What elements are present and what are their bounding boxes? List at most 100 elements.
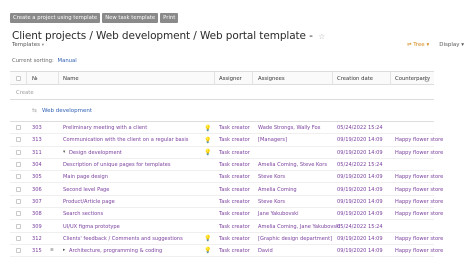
task-creation-date: 09/19/2020 14:09 bbox=[337, 174, 383, 181]
row-checkbox[interactable] bbox=[16, 149, 21, 155]
task-assigner[interactable]: Task creator bbox=[219, 162, 250, 168]
task-assigner[interactable]: Task creator bbox=[219, 224, 250, 230]
task-name[interactable]: Clients' feedback / Comments and suggest… bbox=[63, 236, 183, 242]
table-row[interactable]: 305 Main page design Task creator Steve Kor… bbox=[10, 171, 443, 184]
task-counterparty[interactable]: Happy flower store bbox=[395, 174, 443, 180]
task-name[interactable]: Description of unique pages for template… bbox=[63, 162, 171, 168]
task-assignees[interactable]: Amelia Coming, Jane Yakubovski bbox=[258, 224, 340, 230]
task-id[interactable]: 307 bbox=[32, 199, 42, 205]
task-assigner[interactable]: Task creator bbox=[219, 199, 250, 205]
task-assigner[interactable]: Task creator bbox=[219, 174, 250, 180]
task-id[interactable]: 303 bbox=[32, 125, 42, 131]
task-id[interactable]: 312 bbox=[32, 236, 42, 242]
display-dropdown[interactable]: Display ▾ bbox=[439, 42, 464, 48]
table-row[interactable]: 304 Description of unique pages for templ… bbox=[10, 159, 434, 172]
task-counterparty[interactable]: Happy flower store bbox=[395, 137, 443, 143]
chevron-icon[interactable]: ▸ bbox=[63, 248, 65, 253]
row-checkbox[interactable] bbox=[16, 211, 21, 217]
templates-dropdown[interactable]: Templates ▾ bbox=[12, 42, 44, 48]
create-row[interactable]: Create bbox=[10, 85, 434, 100]
task-assignees[interactable]: David bbox=[258, 248, 273, 254]
print-button[interactable]: Print bbox=[160, 13, 179, 23]
task-name[interactable]: Search sections bbox=[63, 211, 103, 217]
star-icon[interactable]: ☆ bbox=[318, 32, 325, 41]
task-assignees[interactable]: [Graphic design department] bbox=[258, 236, 332, 242]
task-id[interactable]: 306 bbox=[32, 187, 42, 193]
chevron-icon[interactable]: ▾ bbox=[63, 150, 65, 155]
task-id[interactable]: 313 bbox=[32, 137, 42, 143]
col-creation-date[interactable]: Creation date bbox=[337, 76, 373, 82]
task-assignees[interactable]: Amelia Coming bbox=[258, 187, 297, 193]
task-assignees[interactable]: Amelia Coming, Steve Kors bbox=[258, 162, 327, 168]
task-assignees[interactable]: Jane Yakubovski bbox=[258, 211, 299, 217]
task-counterparty[interactable]: Happy flower store bbox=[395, 211, 443, 217]
tree-view-toggle[interactable]: ⇌ Tree ▾ bbox=[407, 42, 429, 48]
row-checkbox[interactable] bbox=[16, 248, 21, 254]
task-id[interactable]: 315 bbox=[32, 248, 42, 254]
task-name[interactable]: Second level Page bbox=[63, 187, 109, 193]
col-id[interactable]: № bbox=[32, 76, 38, 82]
task-assigner[interactable]: Task creator bbox=[219, 125, 250, 131]
table-row[interactable]: 303 Preliminary meeting with a client 💡 Tas… bbox=[10, 122, 434, 135]
table-row[interactable]: 309 UI/UX figma prototype Task creator Amel… bbox=[10, 220, 434, 233]
new-task-template-button[interactable]: New task template bbox=[102, 13, 159, 23]
task-creation-date: 05/24/2022 15:24 bbox=[337, 162, 383, 169]
col-name[interactable]: Name bbox=[63, 76, 79, 82]
task-assigner[interactable]: Task creator bbox=[219, 248, 250, 254]
task-counterparty[interactable]: Happy flower store bbox=[395, 248, 443, 254]
row-checkbox[interactable] bbox=[16, 186, 21, 192]
task-counterparty[interactable]: Happy flower store bbox=[395, 236, 443, 242]
table-row[interactable]: 307 Product/Article page Task creator Steve… bbox=[10, 196, 443, 209]
create-project-button[interactable]: Create a project using template bbox=[10, 13, 101, 23]
select-all-checkbox[interactable] bbox=[16, 76, 21, 81]
task-assigner[interactable]: Task creator bbox=[219, 137, 250, 143]
task-name[interactable]: Main page design bbox=[63, 174, 108, 180]
col-assignees[interactable]: Assignees bbox=[258, 76, 285, 82]
task-assignees[interactable]: [Managers] bbox=[258, 137, 287, 143]
task-id[interactable]: 304 bbox=[32, 162, 42, 168]
sorting-value[interactable]: Manual bbox=[58, 58, 77, 64]
table-row[interactable]: 306 Second level Page Task creator Amelia C… bbox=[10, 183, 443, 196]
menu-icon[interactable]: ≡ bbox=[50, 248, 54, 253]
task-id[interactable]: 309 bbox=[32, 224, 42, 230]
task-name[interactable]: UI/UX figma prototype bbox=[63, 224, 120, 230]
task-assignees[interactable]: Steve Kors bbox=[258, 174, 285, 180]
templates-label: Templates bbox=[12, 42, 40, 48]
task-id[interactable]: 308 bbox=[32, 211, 42, 217]
row-checkbox[interactable] bbox=[16, 235, 21, 241]
col-assigner[interactable]: Assigner bbox=[219, 76, 242, 82]
row-checkbox[interactable] bbox=[16, 162, 21, 168]
task-counterparty[interactable]: Happy flower store bbox=[395, 150, 443, 156]
table-row[interactable]: ≡ 315 ▸ Architecture, programming & coding 💡… bbox=[10, 245, 443, 258]
row-checkbox[interactable] bbox=[16, 174, 21, 180]
sorting-label: Current sorting: bbox=[12, 58, 54, 64]
table-row[interactable]: 312 Clients' feedback / Comments and sugg… bbox=[10, 233, 443, 245]
task-counterparty[interactable]: Happy flower store bbox=[395, 187, 443, 193]
row-checkbox[interactable] bbox=[16, 223, 21, 229]
group-header[interactable]: ⇆ Web development bbox=[10, 100, 434, 122]
tree-label: Tree bbox=[413, 42, 425, 48]
task-name[interactable]: Communication with the client on a regul… bbox=[63, 137, 188, 143]
task-assignees[interactable]: Steve Kors bbox=[258, 199, 285, 205]
table-row[interactable]: 313 Communication with the client on a re… bbox=[10, 134, 443, 147]
table-row[interactable]: 308 Search sections Task creator Jane Yakub… bbox=[10, 208, 443, 221]
row-checkbox[interactable] bbox=[16, 137, 21, 143]
table-row[interactable]: 311 ▾ Design development 💡 Task creator 09/19… bbox=[10, 147, 443, 159]
row-checkbox[interactable] bbox=[16, 198, 21, 204]
task-creation-date: 09/19/2020 14:09 bbox=[337, 149, 383, 156]
row-checkbox[interactable] bbox=[16, 125, 21, 131]
task-assigner[interactable]: Task creator bbox=[219, 187, 250, 193]
task-assigner[interactable]: Task creator bbox=[219, 211, 250, 217]
task-assigner[interactable]: Task creator bbox=[219, 236, 250, 242]
task-assigner[interactable]: Task creator bbox=[219, 150, 250, 156]
task-name[interactable]: Design development bbox=[69, 150, 122, 156]
task-name[interactable]: Preliminary meeting with a client bbox=[63, 125, 147, 131]
task-id[interactable]: 305 bbox=[32, 174, 42, 180]
task-name[interactable]: Product/Article page bbox=[63, 199, 115, 205]
task-id[interactable]: 311 bbox=[32, 150, 42, 156]
task-creation-date: 09/19/2020 14:09 bbox=[337, 235, 383, 242]
task-assignees[interactable]: Wade Strongs, Wally Fox bbox=[258, 125, 321, 131]
task-counterparty[interactable]: Happy flower store bbox=[395, 199, 443, 205]
task-name[interactable]: Architecture, programming & coding bbox=[69, 248, 162, 254]
settings-gear-icon[interactable]: ⚙ bbox=[424, 76, 430, 84]
